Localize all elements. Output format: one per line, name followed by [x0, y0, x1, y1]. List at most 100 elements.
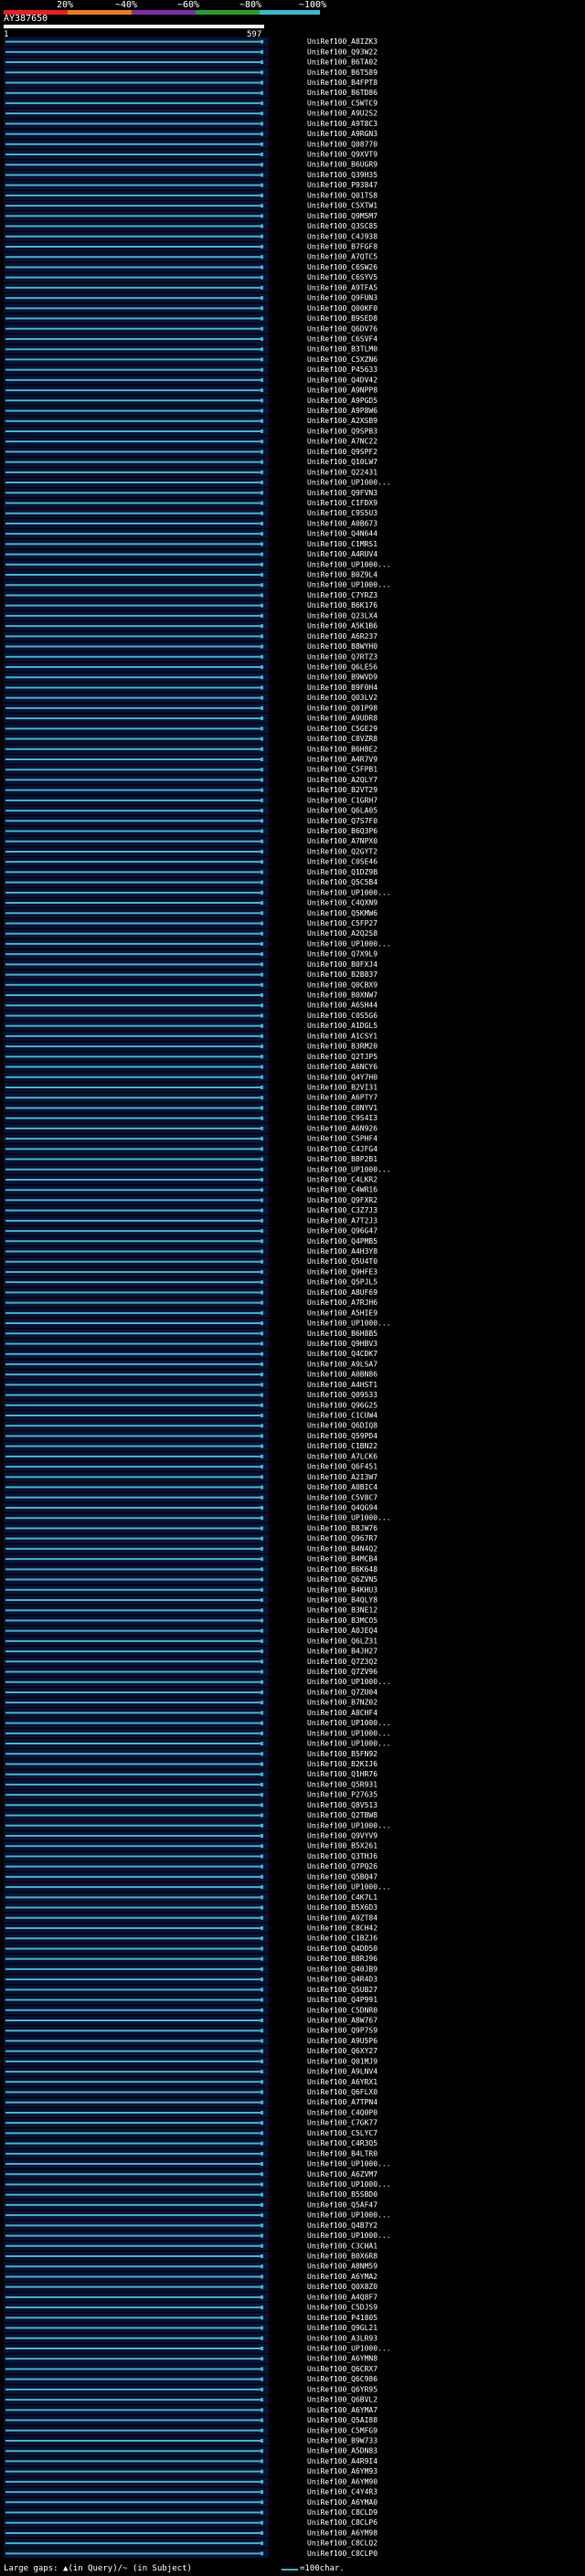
- hit-label[interactable]: UniRef100_Q9FXR2: [307, 1196, 378, 1204]
- hit-label[interactable]: UniRef100_A8CHF4: [307, 1709, 378, 1717]
- hit-label[interactable]: UniRef100_A7NPX0: [307, 837, 378, 845]
- hit-label[interactable]: UniRef100_B9W733: [307, 2436, 378, 2444]
- hit-label[interactable]: UniRef100_UP1000...: [307, 888, 391, 896]
- hit-label[interactable]: UniRef100_Q9M5M7: [307, 212, 378, 220]
- hit-label[interactable]: UniRef100_C5WTC9: [307, 99, 378, 107]
- hit-label[interactable]: UniRef100_B8JW76: [307, 1524, 378, 1532]
- hit-label[interactable]: UniRef100_Q03LV2: [307, 694, 378, 702]
- hit-label[interactable]: UniRef100_B4LTR0: [307, 2149, 378, 2157]
- hit-label[interactable]: UniRef100_A9T8C3: [307, 120, 378, 128]
- hit-label[interactable]: UniRef100_B8WYH0: [307, 642, 378, 651]
- hit-label[interactable]: UniRef100_Q7ZV96: [307, 1668, 378, 1676]
- hit-label[interactable]: UniRef100_Q2TBW8: [307, 1811, 378, 1819]
- hit-label[interactable]: UniRef100_A4Q8F7: [307, 2293, 378, 2301]
- hit-label[interactable]: UniRef100_Q6XY27: [307, 2047, 378, 2055]
- hit-label[interactable]: UniRef100_Q10LW7: [307, 458, 378, 466]
- hit-label[interactable]: UniRef100_Q6F451: [307, 1463, 378, 1471]
- hit-label[interactable]: UniRef100_A2XSB9: [307, 417, 378, 425]
- hit-label[interactable]: UniRef100_A3LR93: [307, 2334, 378, 2342]
- hit-label[interactable]: UniRef100_Q23LX4: [307, 611, 378, 620]
- hit-label[interactable]: UniRef100_A5K1B6: [307, 622, 378, 631]
- hit-label[interactable]: UniRef100_C5XTW1: [307, 202, 378, 210]
- hit-label[interactable]: UniRef100_B0X6R8: [307, 2253, 378, 2261]
- hit-label[interactable]: UniRef100_C4J938: [307, 232, 378, 240]
- hit-label[interactable]: UniRef100_A9P8W6: [307, 407, 378, 415]
- hit-label[interactable]: UniRef100_A8W767: [307, 2016, 378, 2024]
- hit-label[interactable]: UniRef100_B2B837: [307, 970, 378, 979]
- hit-label[interactable]: UniRef100_Q7X9L9: [307, 950, 378, 959]
- hit-label[interactable]: UniRef100_UP1000...: [307, 2231, 391, 2240]
- hit-label[interactable]: UniRef100_Q2TJP5: [307, 1053, 378, 1061]
- hit-label[interactable]: UniRef100_Q09533: [307, 1391, 378, 1399]
- hit-label[interactable]: UniRef100_UP1000...: [307, 1320, 391, 1328]
- hit-label[interactable]: UniRef100_C8CH42: [307, 1924, 378, 1933]
- hit-label[interactable]: UniRef100_B5FN92: [307, 1750, 378, 1758]
- hit-label[interactable]: UniRef100_B0XNW7: [307, 991, 378, 1000]
- hit-label[interactable]: UniRef100_A6YM98: [307, 2528, 378, 2537]
- hit-label[interactable]: UniRef100_C8CLQ2: [307, 2539, 378, 2548]
- hit-label[interactable]: UniRef100_Q4PMB5: [307, 1237, 378, 1246]
- hit-label[interactable]: UniRef100_B4N4Q2: [307, 1544, 378, 1553]
- hit-label[interactable]: UniRef100_Q4QG94: [307, 1504, 378, 1512]
- hit-label[interactable]: UniRef100_Q3THJ6: [307, 1852, 378, 1860]
- hit-label[interactable]: UniRef100_A7QTC5: [307, 253, 378, 261]
- hit-label[interactable]: UniRef100_A6N926: [307, 1124, 378, 1132]
- hit-label[interactable]: UniRef100_B6Q3P6: [307, 827, 378, 835]
- hit-label[interactable]: UniRef100_Q4N644: [307, 530, 378, 538]
- hit-label[interactable]: UniRef100_Q5R931: [307, 1780, 378, 1788]
- hit-label[interactable]: UniRef100_C4QXN9: [307, 899, 378, 907]
- hit-label[interactable]: UniRef100_Q96G25: [307, 1401, 378, 1409]
- hit-label[interactable]: UniRef100_A6YRX1: [307, 2078, 378, 2086]
- hit-label[interactable]: UniRef100_A2QLY7: [307, 776, 378, 784]
- hit-label[interactable]: UniRef100_Q7PQ26: [307, 1862, 378, 1871]
- hit-label[interactable]: UniRef100_B9SED8: [307, 314, 378, 323]
- hit-label[interactable]: UniRef100_C4K7L1: [307, 1893, 378, 1902]
- hit-label[interactable]: UniRef100_A6R237: [307, 632, 378, 641]
- hit-label[interactable]: UniRef100_C5DJS9: [307, 2304, 378, 2312]
- hit-label[interactable]: UniRef100_Q9FVN3: [307, 489, 378, 497]
- hit-label[interactable]: UniRef100_UP1000...: [307, 1719, 391, 1727]
- hit-label[interactable]: UniRef100_C1MRS1: [307, 540, 378, 548]
- hit-label[interactable]: UniRef100_Q9P7S9: [307, 2027, 378, 2035]
- hit-label[interactable]: UniRef100_A8IZK3: [307, 37, 378, 46]
- hit-label[interactable]: UniRef100_A9LSA7: [307, 1360, 378, 1368]
- hit-label[interactable]: UniRef100_Q5C5B4: [307, 878, 378, 886]
- hit-label[interactable]: UniRef100_Q01MJ9: [307, 2057, 378, 2065]
- hit-label[interactable]: UniRef100_C6SW26: [307, 263, 378, 271]
- hit-label[interactable]: UniRef100_A6ZVM7: [307, 2170, 378, 2178]
- hit-label[interactable]: UniRef100_C9S4I3: [307, 1114, 378, 1122]
- hit-label[interactable]: UniRef100_Q39H35: [307, 171, 378, 179]
- hit-label[interactable]: UniRef100_B2VI31: [307, 1084, 378, 1092]
- hit-label[interactable]: UniRef100_C8VZR8: [307, 735, 378, 743]
- hit-label[interactable]: UniRef100_Q59PD4: [307, 1432, 378, 1440]
- hit-label[interactable]: UniRef100_C1FDX9: [307, 499, 378, 507]
- hit-label[interactable]: UniRef100_A7RJH6: [307, 1299, 378, 1307]
- hit-label[interactable]: UniRef100_C4Y4R3: [307, 2488, 378, 2496]
- hit-label[interactable]: UniRef100_Q6FLX0: [307, 2088, 378, 2096]
- hit-label[interactable]: UniRef100_Q5PJL5: [307, 1278, 378, 1287]
- hit-label[interactable]: UniRef100_Q4CDK7: [307, 1350, 378, 1358]
- hit-label[interactable]: UniRef100_Q6DIQ8: [307, 1422, 378, 1430]
- hit-label[interactable]: UniRef100_Q40JB9: [307, 1965, 378, 1973]
- hit-label[interactable]: UniRef100_Q9HBV3: [307, 1340, 378, 1348]
- hit-label[interactable]: UniRef100_A2Q2S8: [307, 929, 378, 938]
- hit-label[interactable]: UniRef100_C1CUW4: [307, 1412, 378, 1420]
- hit-label[interactable]: UniRef100_Q4Y7H0: [307, 1073, 378, 1081]
- hit-label[interactable]: UniRef100_B5X261: [307, 1842, 378, 1850]
- hit-label[interactable]: UniRef100_UP1000...: [307, 1740, 391, 1748]
- hit-label[interactable]: UniRef100_C8CLD9: [307, 2508, 378, 2517]
- hit-label[interactable]: UniRef100_C4WR16: [307, 1186, 378, 1194]
- hit-label[interactable]: UniRef100_Q9SPB3: [307, 427, 378, 435]
- hit-label[interactable]: UniRef100_A9UDR8: [307, 715, 378, 723]
- hit-label[interactable]: UniRef100_A4HST1: [307, 1381, 378, 1389]
- hit-label[interactable]: UniRef100_Q1DZ9B: [307, 868, 378, 876]
- hit-label[interactable]: UniRef100_A5HIE9: [307, 1309, 378, 1317]
- hit-label[interactable]: UniRef100_Q5UB27: [307, 1986, 378, 1994]
- hit-label[interactable]: UniRef100_UP1000...: [307, 581, 391, 589]
- hit-label[interactable]: UniRef100_A0BN86: [307, 1371, 378, 1379]
- hit-label[interactable]: UniRef100_Q1HR76: [307, 1770, 378, 1778]
- hit-label[interactable]: UniRef100_B6K176: [307, 601, 378, 610]
- hit-label[interactable]: UniRef100_B7FGF8: [307, 243, 378, 251]
- hit-label[interactable]: UniRef100_A9ZT84: [307, 1913, 378, 1922]
- hit-label[interactable]: UniRef100_UP1000...: [307, 1821, 391, 1829]
